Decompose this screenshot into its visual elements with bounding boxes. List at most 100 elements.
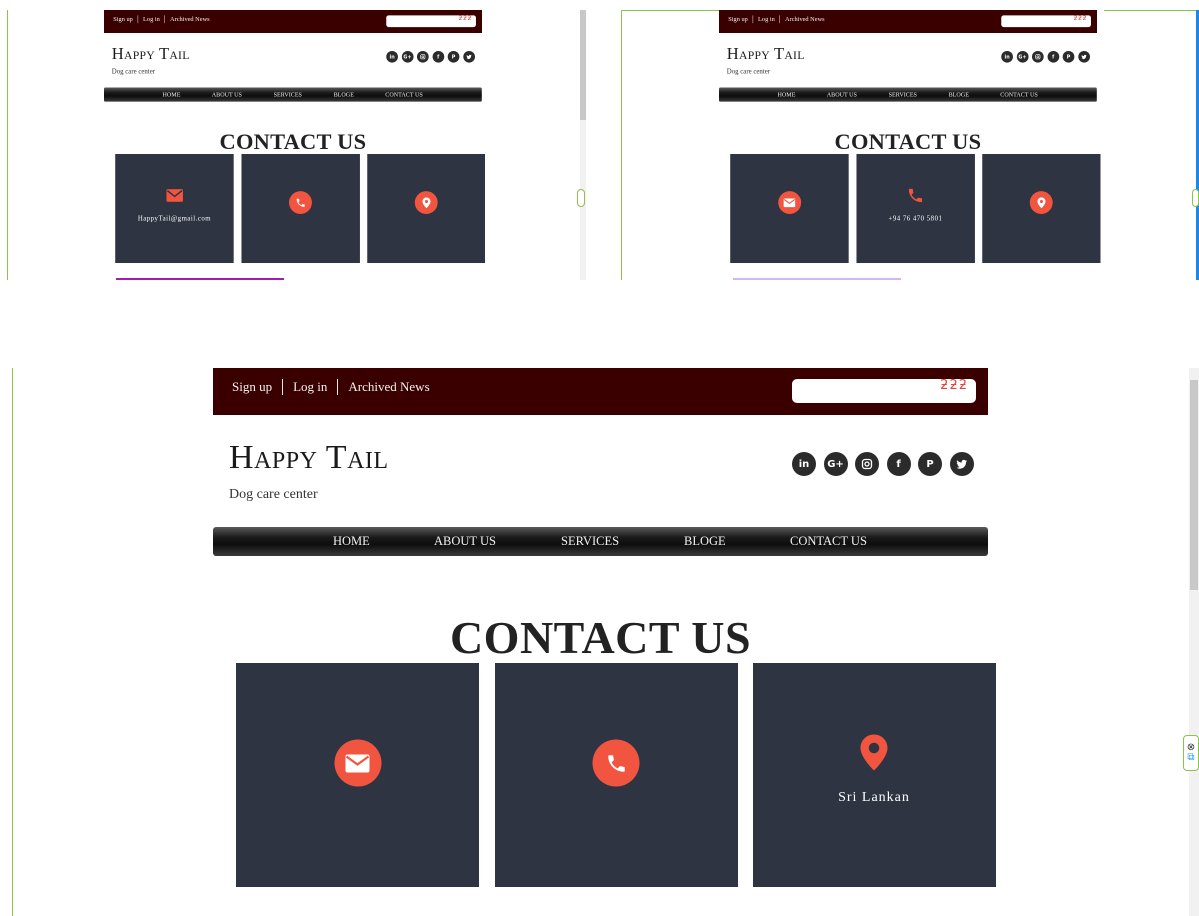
search-input[interactable]: ƻƻƻ [386, 14, 476, 28]
nav-bloge[interactable]: BLOGE [949, 91, 969, 98]
twitter-icon[interactable] [463, 50, 475, 63]
nav-contact-us[interactable]: CONTACT US [385, 91, 422, 98]
location-card[interactable] [367, 153, 485, 264]
login-link[interactable]: Log in [758, 15, 775, 23]
archived-news-link[interactable]: Archived News [348, 379, 429, 395]
email-card[interactable] [730, 153, 849, 264]
envelope-icon [777, 191, 801, 215]
google-plus-icon[interactable]: G+ [1016, 50, 1029, 63]
phone-card[interactable]: +94 76 470 5801 [856, 153, 975, 264]
phone-card[interactable] [241, 153, 360, 264]
email-card[interactable] [236, 663, 479, 887]
phone-text: +94 76 470 5801 [888, 215, 943, 223]
facebook-icon[interactable]: f [886, 452, 911, 476]
scrollbar[interactable] [580, 10, 586, 280]
viewport-border [7, 10, 8, 280]
nav-services[interactable]: SERVICES [561, 534, 619, 549]
map-marker-icon [1029, 191, 1053, 215]
instagram-icon[interactable] [1031, 50, 1044, 63]
instagram-icon[interactable] [855, 452, 879, 476]
archived-news-link[interactable]: Archived News [170, 15, 210, 23]
location-text: Sri Lankan [838, 790, 910, 805]
nav-services[interactable]: SERVICES [274, 91, 302, 98]
scrollbar-thumb[interactable] [1190, 380, 1198, 590]
search-icon: ƻƻƻ [458, 14, 473, 23]
copy-icon[interactable]: ⧉ [1187, 753, 1194, 763]
linkedin-icon[interactable]: in [1001, 50, 1013, 63]
extension-widget[interactable] [1192, 189, 1199, 207]
nav-bloge[interactable]: BLOGE [684, 534, 726, 549]
top-bar: Sign up Log in Archived News ƻƻƻ [719, 10, 1097, 33]
extension-widget[interactable] [577, 189, 585, 207]
pinterest-icon[interactable]: P [1062, 50, 1075, 63]
nav-contact-us[interactable]: CONTACT US [790, 534, 867, 549]
viewport-border [12, 368, 13, 916]
email-card[interactable]: HappyTail@gmail.com [115, 153, 234, 264]
location-card[interactable] [982, 153, 1101, 264]
envelope-icon [166, 189, 183, 204]
email-text: HappyTail@gmail.com [137, 215, 212, 223]
contact-heading: CONTACT US [219, 128, 367, 154]
phone-icon [592, 739, 640, 787]
google-plus-icon[interactable]: G+ [823, 452, 848, 476]
site-title: Happy Tail [111, 44, 190, 63]
top-bar: Sign up Log in Archived News ƻƻƻ [104, 10, 482, 33]
social-links: in G+ f P [1001, 50, 1093, 63]
site-subtitle: Dog care center [229, 487, 318, 502]
nav-services[interactable]: SERVICES [889, 91, 917, 98]
contact-heading: CONTACT US [449, 612, 752, 663]
extension-widget[interactable]: ⊗ ⧉ [1183, 735, 1199, 771]
site-title: Happy Tail [229, 439, 389, 476]
nav-bloge[interactable]: BLOGE [334, 91, 354, 98]
nav-home[interactable]: HOME [778, 91, 796, 98]
login-link[interactable]: Log in [293, 379, 327, 395]
scrollbar[interactable] [1189, 368, 1199, 916]
main-nav: HOME ABOUT US SERVICES BLOGE CONTACT US [104, 87, 482, 102]
preview-phone: Sign up Log in Archived News ƻƻƻ Happy T… [719, 10, 1104, 280]
nav-about-us[interactable]: ABOUT US [827, 91, 857, 98]
underline-bar [733, 278, 901, 280]
map-marker-icon [860, 734, 888, 776]
viewport-border [621, 10, 622, 280]
pinterest-icon[interactable]: P [447, 50, 460, 63]
search-icon: ƻƻƻ [1073, 14, 1088, 23]
site-subtitle: Dog care center [111, 68, 155, 76]
login-link[interactable]: Log in [143, 15, 160, 23]
nav-home[interactable]: HOME [333, 534, 370, 549]
phone-icon [289, 191, 312, 215]
main-nav: HOME ABOUT US SERVICES BLOGE CONTACT US [719, 87, 1097, 102]
signup-link[interactable]: Sign up [728, 15, 748, 23]
twitter-icon[interactable] [949, 452, 974, 476]
location-card[interactable]: Sri Lankan [752, 663, 996, 887]
search-icon: ƻƻƻ [940, 378, 968, 393]
nav-contact-us[interactable]: CONTACT US [1000, 91, 1037, 98]
phone-card[interactable] [494, 663, 738, 887]
signup-link[interactable]: Sign up [232, 379, 272, 395]
social-links: in G+ f P [386, 50, 478, 63]
preview-email: Sign up Log in Archived News ƻƻƻ Happy T… [104, 10, 485, 280]
contact-heading: CONTACT US [834, 128, 982, 154]
instagram-icon[interactable] [416, 50, 429, 63]
search-input[interactable]: ƻƻƻ [792, 379, 976, 403]
nav-about-us[interactable]: ABOUT US [434, 534, 496, 549]
nav-about-us[interactable]: ABOUT US [212, 91, 242, 98]
twitter-icon[interactable] [1078, 50, 1090, 63]
nav-home[interactable]: HOME [163, 91, 181, 98]
signup-link[interactable]: Sign up [113, 15, 133, 23]
archived-news-link[interactable]: Archived News [785, 15, 825, 23]
linkedin-icon[interactable]: in [386, 50, 398, 63]
pinterest-icon[interactable]: P [918, 452, 942, 476]
site-title: Happy Tail [726, 44, 805, 63]
social-links: in G+ f P [792, 452, 981, 476]
map-marker-icon [414, 191, 438, 215]
top-bar: Sign up Log in Archived News ƻƻƻ [213, 368, 988, 415]
facebook-icon[interactable]: f [432, 50, 445, 63]
facebook-icon[interactable]: f [1047, 50, 1060, 63]
google-plus-icon[interactable]: G+ [401, 50, 414, 63]
preview-location: Sign up Log in Archived News ƻƻƻ Happy T… [213, 368, 1183, 916]
phone-icon [907, 187, 925, 207]
underline-bar [116, 278, 284, 280]
linkedin-icon[interactable]: in [792, 452, 816, 476]
envelope-icon [334, 739, 381, 787]
search-input[interactable]: ƻƻƻ [1001, 14, 1091, 28]
